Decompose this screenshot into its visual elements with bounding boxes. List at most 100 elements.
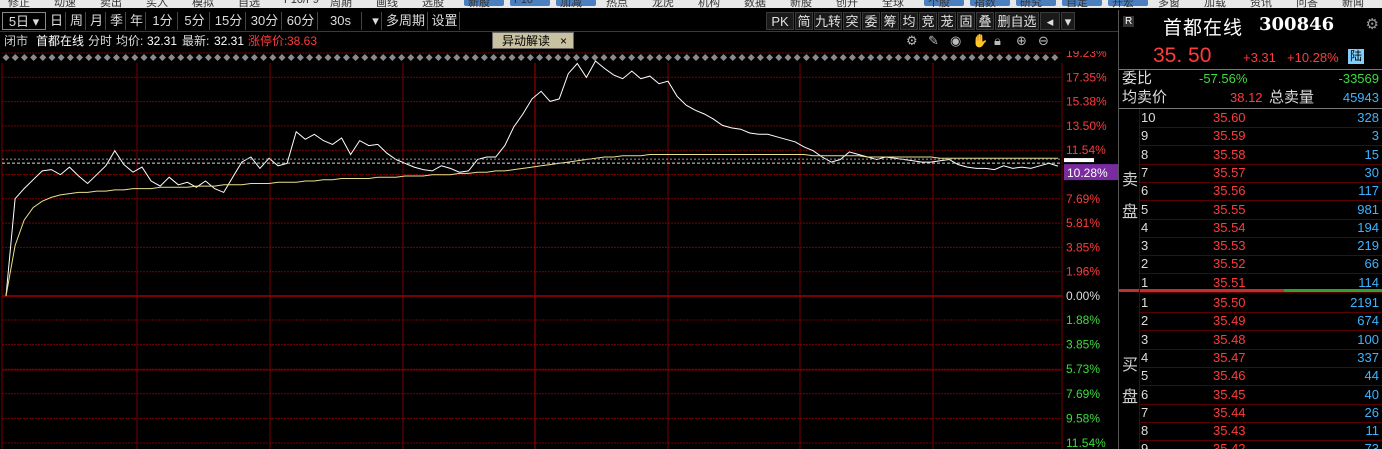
buy-level-row[interactable]: 6 35.45 40 bbox=[1119, 386, 1382, 404]
event-marker[interactable] bbox=[241, 54, 249, 61]
event-marker[interactable] bbox=[692, 54, 700, 61]
event-marker[interactable] bbox=[112, 54, 120, 61]
period-select[interactable]: 5日 ▾ bbox=[2, 12, 46, 30]
event-marker[interactable] bbox=[710, 54, 718, 61]
event-marker[interactable] bbox=[1005, 54, 1013, 61]
event-marker[interactable] bbox=[425, 54, 433, 61]
event-marker[interactable] bbox=[646, 54, 654, 61]
event-marker[interactable] bbox=[250, 54, 258, 61]
top-strip-item[interactable]: 新闻 bbox=[1342, 0, 1364, 8]
tool-委[interactable]: 委 bbox=[862, 12, 880, 30]
event-marker[interactable] bbox=[922, 54, 930, 61]
sell-level-row[interactable]: 10 35.60 328 bbox=[1119, 109, 1382, 127]
event-marker[interactable] bbox=[591, 54, 599, 61]
event-marker[interactable] bbox=[609, 54, 617, 61]
top-strip-item[interactable]: 多窗 bbox=[1158, 0, 1180, 8]
event-marker[interactable] bbox=[30, 54, 38, 61]
top-strip-item[interactable]: 机构 bbox=[698, 0, 720, 8]
event-marker[interactable] bbox=[885, 54, 893, 61]
event-marker[interactable] bbox=[618, 54, 626, 61]
top-strip-item[interactable]: 选股 bbox=[422, 0, 444, 8]
zoom-in-icon[interactable]: ⊕ bbox=[1016, 33, 1027, 49]
buy-level-row[interactable]: 4 35.47 337 bbox=[1119, 349, 1382, 367]
event-marker[interactable] bbox=[444, 54, 452, 61]
buy-level-row[interactable]: 5 35.46 44 bbox=[1119, 367, 1382, 385]
event-marker[interactable] bbox=[232, 54, 240, 61]
top-strip-item[interactable]: 修正 bbox=[8, 0, 30, 8]
event-marker[interactable] bbox=[462, 54, 470, 61]
sell-level-row[interactable]: 5 35.55 981 bbox=[1119, 201, 1382, 219]
event-marker[interactable] bbox=[94, 54, 102, 61]
event-marker[interactable] bbox=[802, 54, 810, 61]
top-strip-item[interactable]: 自定 bbox=[1066, 0, 1088, 8]
buy-level-row[interactable]: 1 35.50 2191 bbox=[1119, 294, 1382, 312]
event-marker[interactable] bbox=[977, 54, 985, 61]
event-marker[interactable] bbox=[186, 54, 194, 61]
intraday-chart[interactable]: 19.23%17.35%15.38%13.50%11.54%9.65%7.69%… bbox=[0, 51, 1118, 449]
event-marker[interactable] bbox=[48, 54, 56, 61]
event-marker[interactable] bbox=[131, 54, 139, 61]
top-strip-item[interactable]: 画线 bbox=[376, 0, 398, 8]
event-marker[interactable] bbox=[168, 54, 176, 61]
sell-level-row[interactable]: 8 35.58 15 bbox=[1119, 146, 1382, 164]
event-marker[interactable] bbox=[674, 54, 682, 61]
event-marker[interactable] bbox=[563, 54, 571, 61]
settings-button[interactable]: 设置 bbox=[430, 12, 460, 30]
event-marker[interactable] bbox=[66, 54, 74, 61]
event-marker[interactable] bbox=[536, 54, 544, 61]
event-marker[interactable] bbox=[637, 54, 645, 61]
sell-level-row[interactable]: 7 35.57 30 bbox=[1119, 164, 1382, 182]
event-marker[interactable] bbox=[1032, 54, 1040, 61]
top-strip-item[interactable]: 全球 bbox=[882, 0, 904, 8]
event-marker[interactable] bbox=[848, 54, 856, 61]
period-5分[interactable]: 5分 bbox=[180, 12, 210, 30]
event-marker[interactable] bbox=[379, 54, 387, 61]
event-marker[interactable] bbox=[398, 54, 406, 61]
top-strip-item[interactable]: F10/F9 bbox=[284, 0, 319, 6]
event-marker[interactable] bbox=[545, 54, 553, 61]
event-marker[interactable] bbox=[223, 54, 231, 61]
top-strip-item[interactable]: 开宏 bbox=[1112, 0, 1134, 8]
anomaly-tab[interactable]: 异动解读 × bbox=[492, 32, 574, 49]
event-marker[interactable] bbox=[986, 54, 994, 61]
period-周[interactable]: 周 bbox=[68, 12, 86, 30]
top-strip-item[interactable]: 新股 bbox=[468, 0, 490, 8]
event-marker[interactable] bbox=[554, 54, 562, 61]
tool-叠[interactable]: 叠 bbox=[976, 12, 994, 30]
event-marker[interactable] bbox=[904, 54, 912, 61]
buy-level-row[interactable]: 2 35.49 674 bbox=[1119, 312, 1382, 330]
lock-icon[interactable]: 🔒︎ bbox=[994, 33, 1001, 49]
event-marker[interactable] bbox=[940, 54, 948, 61]
event-marker[interactable] bbox=[600, 54, 608, 61]
event-marker[interactable] bbox=[664, 54, 672, 61]
event-marker[interactable] bbox=[269, 54, 277, 61]
event-marker[interactable] bbox=[158, 54, 166, 61]
buy-level-row[interactable]: 7 35.44 26 bbox=[1119, 404, 1382, 422]
sell-level-row[interactable]: 6 35.56 117 bbox=[1119, 182, 1382, 200]
event-marker[interactable] bbox=[260, 54, 268, 61]
event-marker[interactable] bbox=[296, 54, 304, 61]
event-marker[interactable] bbox=[122, 54, 130, 61]
top-strip-item[interactable]: 自选 bbox=[238, 0, 260, 8]
event-marker[interactable] bbox=[315, 54, 323, 61]
chevron-down-icon[interactable]: ▾ bbox=[1061, 12, 1075, 30]
eye-icon[interactable]: ◉ bbox=[950, 33, 961, 49]
event-marker[interactable] bbox=[103, 54, 111, 61]
event-marker[interactable] bbox=[11, 54, 19, 61]
top-strip-item[interactable]: 问答 bbox=[1296, 0, 1318, 8]
event-marker[interactable] bbox=[1042, 54, 1050, 61]
top-strip-item[interactable]: 新股 bbox=[790, 0, 812, 8]
event-marker[interactable] bbox=[195, 54, 203, 61]
tool-删自选[interactable]: 删自选 bbox=[995, 12, 1039, 30]
event-marker[interactable] bbox=[342, 54, 350, 61]
period-1分[interactable]: 1分 bbox=[148, 12, 178, 30]
period-季[interactable]: 季 bbox=[108, 12, 126, 30]
gear-icon[interactable]: ⚙ bbox=[906, 33, 918, 49]
event-marker[interactable] bbox=[508, 54, 516, 61]
event-marker[interactable] bbox=[996, 54, 1004, 61]
top-strip-item[interactable]: 研究 bbox=[1020, 0, 1042, 8]
event-marker[interactable] bbox=[582, 54, 590, 61]
top-strip-item[interactable]: 个股 bbox=[928, 0, 950, 8]
event-marker[interactable] bbox=[867, 54, 875, 61]
event-marker[interactable] bbox=[324, 54, 332, 61]
